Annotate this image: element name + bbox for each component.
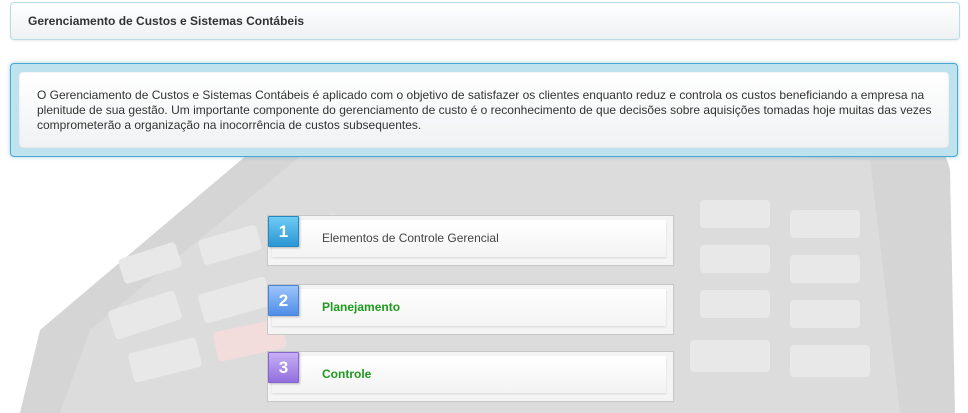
- intro-panel-inner: O Gerenciamento de Custos e Sistemas Con…: [19, 72, 949, 148]
- number-badge: 2: [268, 285, 299, 316]
- menu-item-panel: Controle: [272, 356, 666, 393]
- menu-item-panel: Elementos de Controle Gerencial: [272, 220, 666, 257]
- number-badge: 3: [268, 352, 299, 383]
- menu-item-panel: Planejamento: [272, 289, 666, 326]
- menu-item-elementos[interactable]: 1 Elementos de Controle Gerencial: [267, 215, 674, 266]
- page-header: Gerenciamento de Custos e Sistemas Contá…: [10, 2, 960, 40]
- menu-item-label: Planejamento: [322, 300, 401, 314]
- intro-text: O Gerenciamento de Custos e Sistemas Con…: [37, 88, 932, 132]
- number-badge: 1: [268, 216, 299, 247]
- page-title: Gerenciamento de Custos e Sistemas Contá…: [28, 14, 305, 28]
- menu-item-label: Elementos de Controle Gerencial: [322, 231, 499, 245]
- intro-panel: O Gerenciamento de Custos e Sistemas Con…: [10, 63, 958, 157]
- menu-item-controle[interactable]: 3 Controle: [267, 351, 674, 402]
- menu-item-planejamento[interactable]: 2 Planejamento: [267, 284, 674, 335]
- menu-item-label: Controle: [322, 367, 372, 381]
